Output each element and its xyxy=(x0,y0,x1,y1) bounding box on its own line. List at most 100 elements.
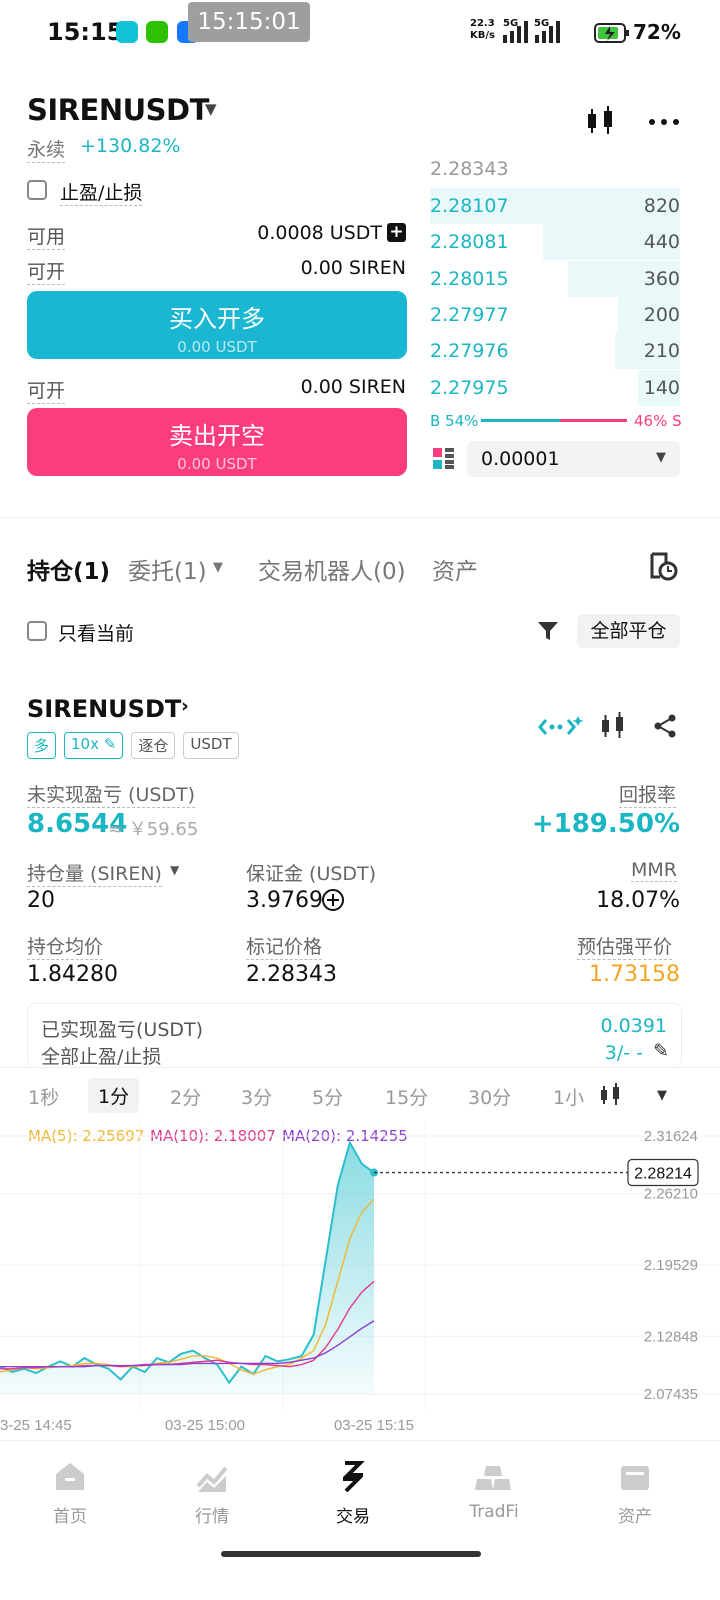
chart-options-dropdown-icon[interactable]: ▼ xyxy=(657,1088,667,1103)
liq-price-label: 预估强平价 xyxy=(577,932,673,960)
home-indicator[interactable] xyxy=(221,1551,481,1557)
edit-icon[interactable]: ✎ xyxy=(653,1040,669,1062)
symbol-title[interactable]: SIRENUSDT xyxy=(27,93,209,127)
timeframe-7[interactable]: 1小 xyxy=(553,1083,584,1110)
orderbook-layout-icon[interactable] xyxy=(433,448,455,470)
margin-value: 3.9769 xyxy=(246,888,323,913)
tab-positions[interactable]: 持仓(1) xyxy=(27,552,110,586)
tab-assets[interactable]: 资产 xyxy=(432,552,478,586)
orderbook-qty: 200 xyxy=(643,303,680,326)
nav-trade[interactable]: 交易 xyxy=(303,1460,403,1527)
chart-divider xyxy=(0,1067,720,1068)
mark-price-value: 2.28343 xyxy=(246,962,337,987)
realized-label: 已实现盈亏(USDT) xyxy=(41,1019,204,1041)
app-notification-icon xyxy=(116,21,138,43)
tpsl-all-value: 3/- - xyxy=(604,1042,643,1064)
position-chart-icon[interactable] xyxy=(601,712,627,742)
timeframe-2[interactable]: 2分 xyxy=(170,1083,201,1110)
precision-select[interactable]: 0.00001 ▼ xyxy=(467,441,680,477)
share-icon[interactable] xyxy=(653,714,677,738)
chevron-right-icon[interactable]: › xyxy=(181,695,189,717)
timeframe-3[interactable]: 3分 xyxy=(241,1083,272,1110)
more-icon[interactable] xyxy=(648,118,680,126)
tpsl-label[interactable]: 止盈/止损 xyxy=(60,178,143,206)
buy-sell-ratio-bar xyxy=(481,419,627,422)
roe-label: 回报率 xyxy=(619,780,677,808)
chart-type-icon[interactable] xyxy=(600,1083,622,1109)
transfer-plus-icon[interactable]: + xyxy=(387,223,406,242)
orderbook-price: 2.27977 xyxy=(430,303,509,326)
contract-type: 永续 xyxy=(27,135,66,163)
precision-value: 0.00001 xyxy=(481,448,560,470)
sell-ratio-label: 46% S xyxy=(634,412,682,430)
status-time: 15:15 xyxy=(47,18,124,46)
orderbook-price: 2.27975 xyxy=(430,376,509,399)
open-value-2: 0.00 SIREN xyxy=(300,376,406,398)
candlestick-chart-icon[interactable] xyxy=(586,106,616,138)
home-icon xyxy=(56,1463,84,1490)
nav-assets-label: 资产 xyxy=(618,1507,652,1527)
mmr-label: MMR xyxy=(631,859,677,882)
close-all-button[interactable]: 全部平仓 xyxy=(577,614,680,648)
y-tick-label: 2.31624 xyxy=(644,1128,698,1145)
overlay-clock: 15:15:01 xyxy=(188,2,310,42)
sell-short-button[interactable]: 卖出开空 0.00 USDT xyxy=(27,408,407,476)
nav-trade-label: 交易 xyxy=(336,1507,370,1527)
share-position-icon[interactable] xyxy=(538,714,584,740)
gold-bars-icon xyxy=(475,1466,511,1490)
size-unit-dropdown-icon[interactable]: ▼ xyxy=(170,863,179,877)
size-label[interactable]: 持仓量 (SIREN) xyxy=(27,859,162,887)
nav-home[interactable]: 首页 xyxy=(20,1460,120,1527)
price-chart[interactable]: 2.31624 2.26210 2.19529 2.12848 2.07435 2.282… xyxy=(0,1120,720,1440)
change-percent: +130.82% xyxy=(80,135,181,157)
leverage-value: 10x xyxy=(71,735,99,753)
tab-orders[interactable]: 委托(1) xyxy=(128,552,207,586)
signal-icon-2 xyxy=(535,21,560,43)
chevron-down-icon: ▼ xyxy=(656,450,666,465)
leverage-tag[interactable]: 10x ✎ xyxy=(64,732,124,759)
signal-icon xyxy=(503,21,528,43)
symbol-dropdown-icon[interactable]: ▼ xyxy=(205,100,217,118)
current-only-label[interactable]: 只看当前 xyxy=(58,619,134,646)
wallet-icon xyxy=(621,1466,649,1490)
timeframe-6[interactable]: 30分 xyxy=(468,1083,511,1110)
realized-value: 0.0391 xyxy=(600,1015,667,1037)
orderbook-row[interactable]: 2.28081 440 xyxy=(430,224,680,261)
history-icon[interactable] xyxy=(648,551,678,581)
position-symbol[interactable]: SIRENUSDT xyxy=(27,695,181,723)
open-label-2: 可开 xyxy=(27,376,66,404)
timeframe-5[interactable]: 15分 xyxy=(385,1083,428,1110)
tab-trading-bots[interactable]: 交易机器人(0) xyxy=(258,552,406,586)
orderbook-row[interactable]: 2.28107 820 xyxy=(430,188,680,224)
margin-label: 保证金 (USDT) xyxy=(246,863,377,885)
available-value: 0.0008 USDT xyxy=(257,222,382,244)
nav-tradfi[interactable]: TradFi xyxy=(444,1460,544,1522)
nav-assets[interactable]: 资产 xyxy=(585,1460,685,1527)
orders-dropdown-icon[interactable]: ▼ xyxy=(213,560,223,575)
orderbook-row[interactable]: 2.27975 140 xyxy=(430,369,680,406)
orderbook-price: 2.27976 xyxy=(430,340,509,363)
open-label: 可开 xyxy=(27,257,66,285)
timeframe-0[interactable]: 1秒 xyxy=(28,1083,59,1110)
orderbook-price: 2.28081 xyxy=(430,231,509,254)
net-speed-value: 22.3 xyxy=(470,18,495,29)
tpsl-checkbox[interactable] xyxy=(27,180,47,200)
position-tags: 多 10x ✎ 逐仓 USDT xyxy=(27,732,239,759)
add-margin-icon[interactable] xyxy=(321,888,345,912)
orderbook-row[interactable]: 2.27976 210 xyxy=(430,333,680,370)
filter-icon[interactable] xyxy=(537,620,559,642)
current-only-checkbox[interactable] xyxy=(27,621,47,641)
timeframe-1[interactable]: 1分 xyxy=(88,1078,140,1113)
battery-level: 72% xyxy=(633,20,681,44)
nav-market[interactable]: 行情 xyxy=(162,1460,262,1527)
roe-value: +189.50% xyxy=(531,809,680,839)
mark-price-label: 标记价格 xyxy=(246,932,323,960)
orderbook-row[interactable]: 2.27977 200 xyxy=(430,296,680,333)
unrealized-pnl-cny: ≈ ￥59.65 xyxy=(108,819,199,840)
sell-short-amount: 0.00 USDT xyxy=(177,455,257,473)
entry-price-label: 持仓均价 xyxy=(27,932,104,960)
x-tick-label: 03-25 15:00 xyxy=(165,1417,245,1434)
buy-long-button[interactable]: 买入开多 0.00 USDT xyxy=(27,291,407,359)
orderbook-row[interactable]: 2.28015 360 xyxy=(430,260,680,297)
timeframe-4[interactable]: 5分 xyxy=(312,1083,343,1110)
